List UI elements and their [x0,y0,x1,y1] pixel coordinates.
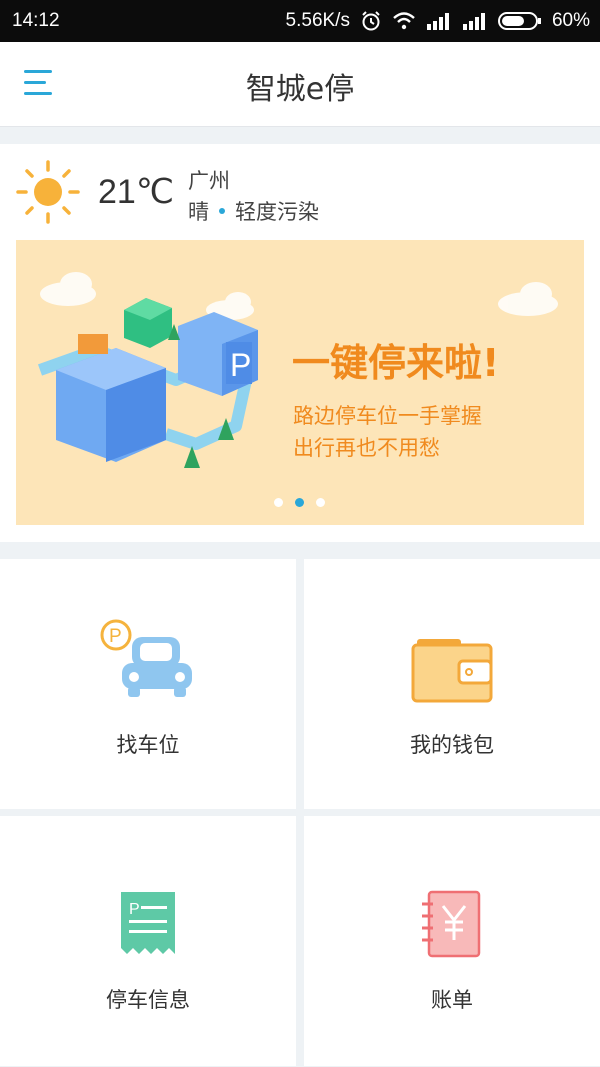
tile-parking-info[interactable]: P 停车信息 [0,816,296,1066]
status-right: 5.56K/s 60% [286,10,590,32]
wallet-icon [411,639,493,703]
status-bar: 14:12 5.56K/s 60% [0,0,600,42]
sun-icon [16,160,80,224]
signal-icon [426,13,449,30]
tile-label: 找车位 [116,733,180,757]
separator-dot [219,208,225,214]
network-speed: 5.56K/s [285,10,350,31]
banner-subtitle-2: 出行再也不用愁 [293,436,440,460]
tile-my-wallet[interactable]: 我的钱包 [304,559,600,809]
page-title: 智城e停 [245,72,355,107]
status-time: 14:12 [12,10,60,31]
app-bar: 智城e停 [0,42,600,127]
promo-banner[interactable]: P 一键停来啦! 路边停车位一手掌握 出行再也不用愁 [16,240,584,525]
banner-subtitle-1: 路边停车位一手掌握 [293,404,482,428]
yen-notebook-icon [422,890,481,958]
carousel-indicator[interactable] [274,498,325,507]
svg-text:P: P [129,901,140,918]
condition-text: 晴 [188,200,209,224]
weather-condition: 晴 轻度污染 [188,196,319,226]
tile-bills[interactable]: 账单 [304,816,600,1066]
wifi-icon [393,12,415,30]
tile-label: 停车信息 [106,988,190,1012]
temperature: 21℃ [98,173,175,211]
svg-text:P: P [109,626,122,647]
tile-label: 账单 [431,988,473,1012]
car-parking-icon: P [100,619,192,697]
svg-text:P: P [230,347,251,383]
air-quality: 轻度污染 [235,200,319,224]
alarm-icon [362,11,380,31]
battery-level: 60% [551,10,590,31]
carousel-dot-active[interactable] [295,498,304,507]
carousel-dot[interactable] [274,498,283,507]
tile-find-parking[interactable]: P 找车位 [0,559,296,809]
tile-label: 我的钱包 [410,733,494,757]
signal-icon-2 [462,13,485,30]
banner-title: 一键停来啦! [292,341,500,385]
battery-icon [497,12,541,30]
carousel-dot[interactable] [316,498,325,507]
receipt-icon: P [121,892,175,954]
city-name: 广州 [188,169,230,193]
